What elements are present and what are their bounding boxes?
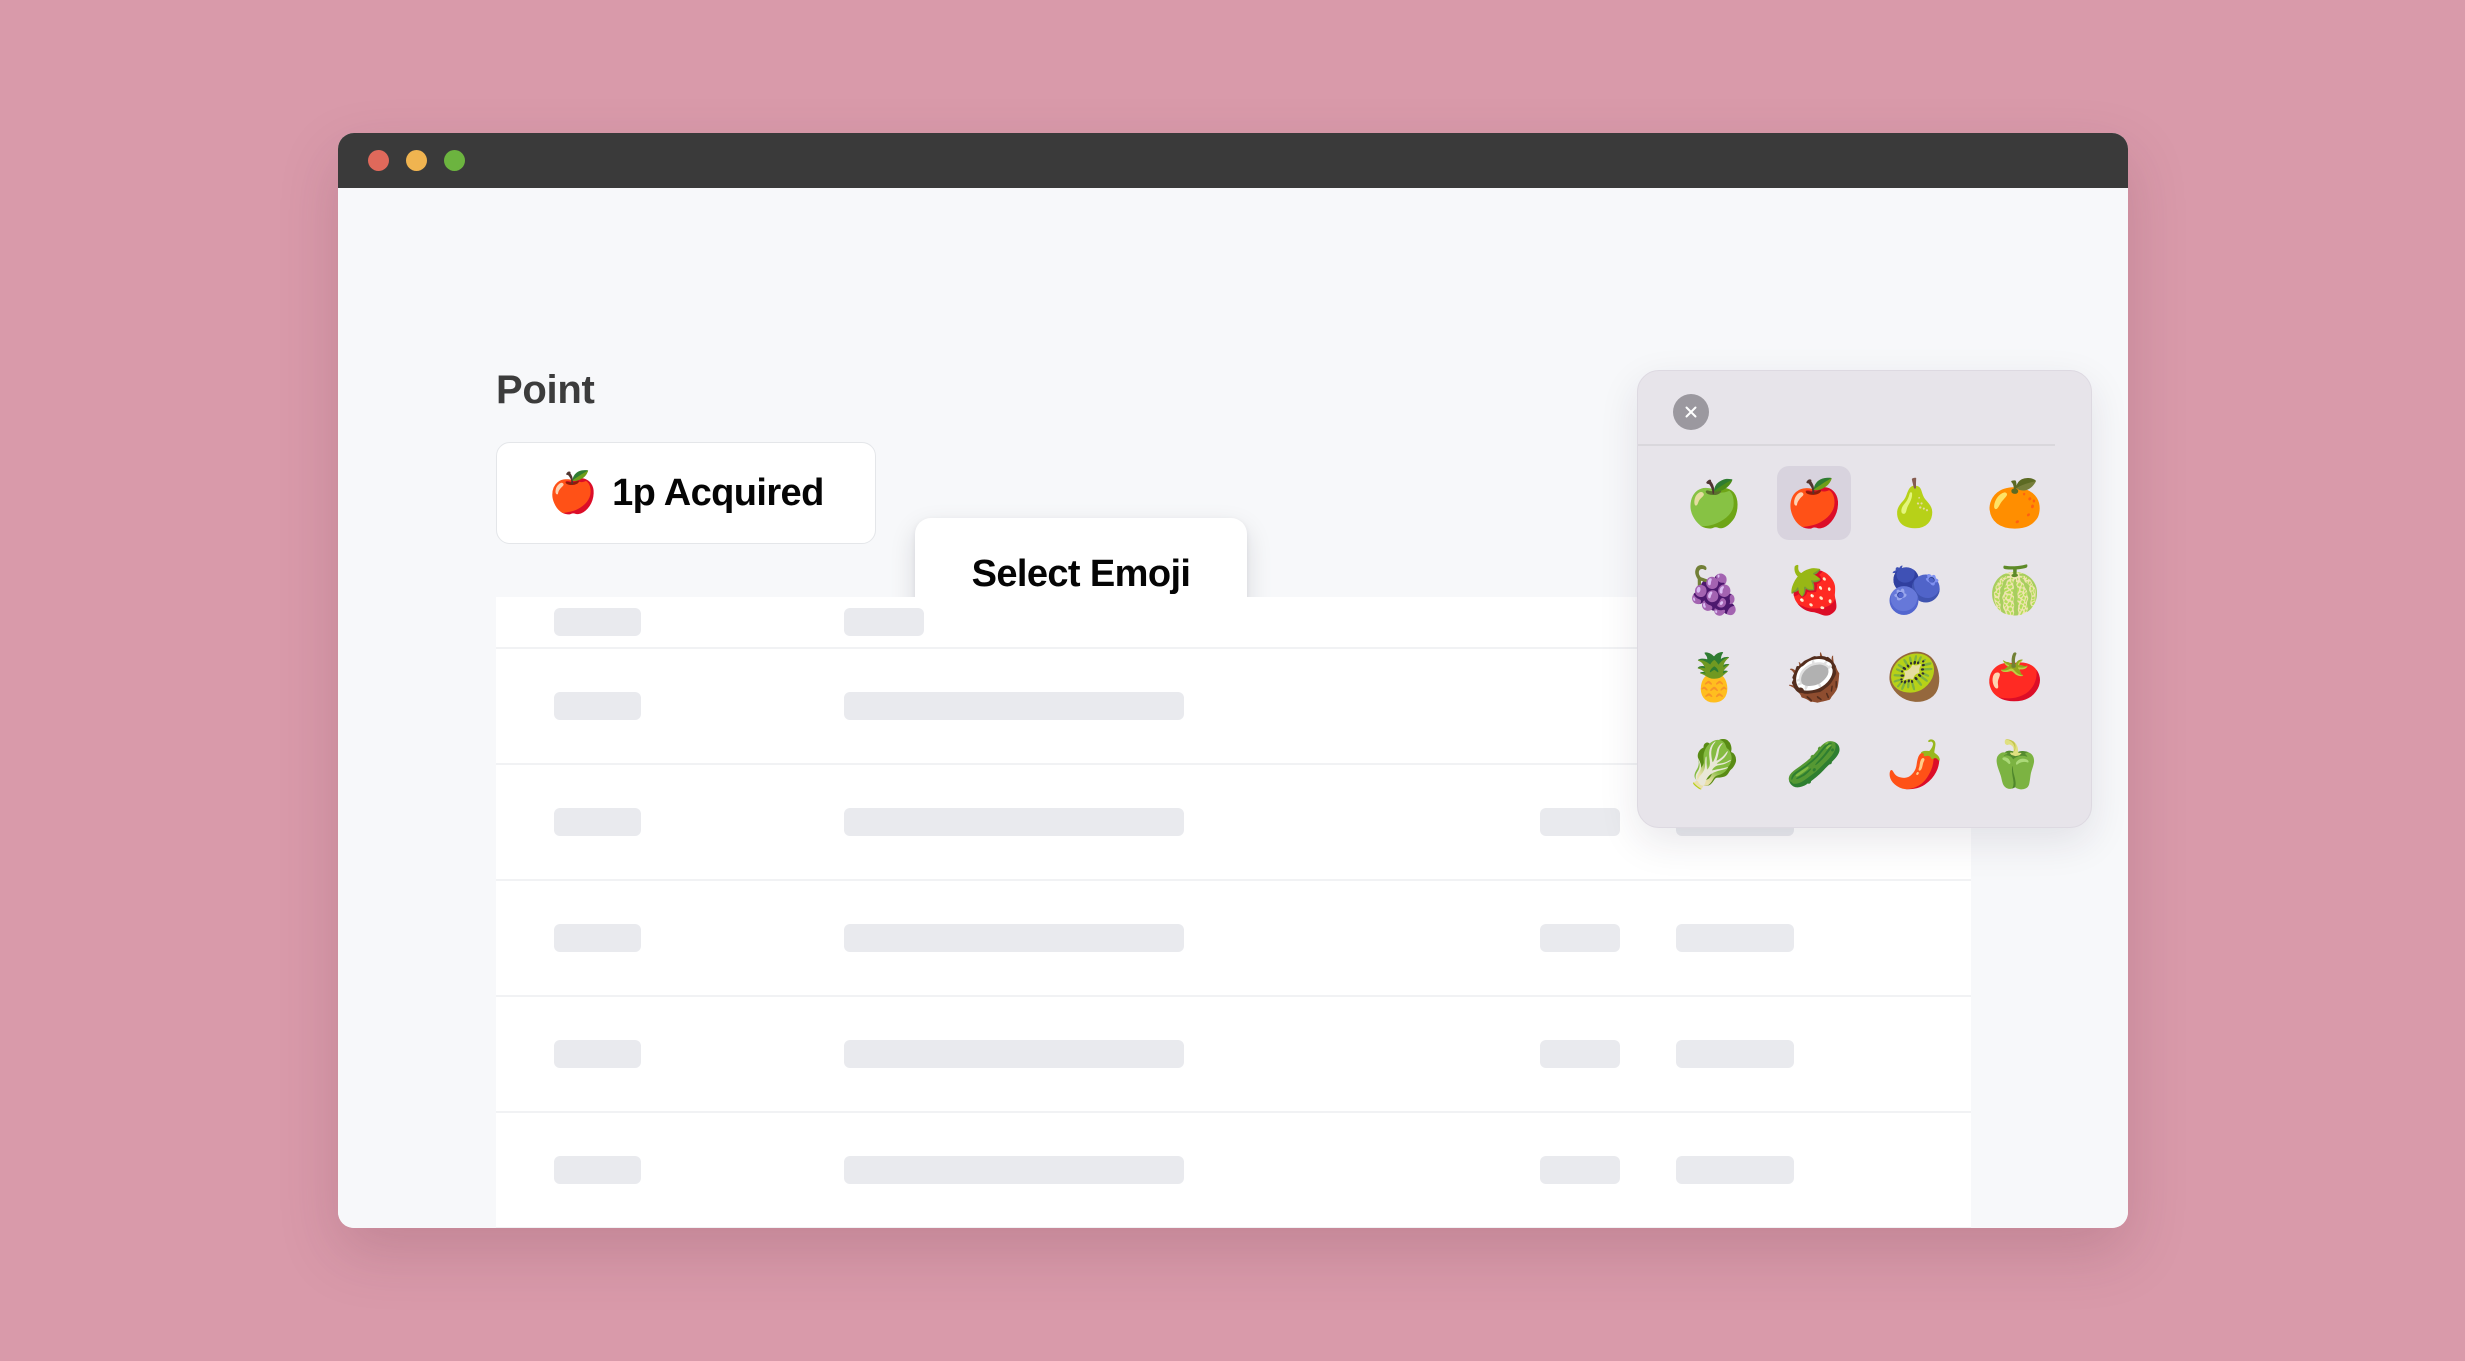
skeleton-placeholder <box>844 1040 1184 1068</box>
skeleton-placeholder <box>844 808 1184 836</box>
skeleton-placeholder <box>1676 1156 1794 1184</box>
emoji-option-grapes[interactable]: 🍇 <box>1677 553 1751 627</box>
table-row[interactable] <box>496 881 1971 997</box>
window-maximize-button[interactable] <box>444 150 465 171</box>
emoji-option-strawberry[interactable]: 🍓 <box>1777 553 1851 627</box>
emoji-option-leafy-green[interactable]: 🥬 <box>1677 727 1751 801</box>
emoji-option-tangerine[interactable]: 🍊 <box>1978 466 2052 540</box>
browser-window: Point 🍎 1p Acquired Select Emoji 🍏 🍎 🍐 🍊… <box>338 133 2128 1228</box>
skeleton-placeholder <box>844 1156 1184 1184</box>
close-icon[interactable] <box>1673 394 1709 430</box>
skeleton-placeholder <box>554 608 641 636</box>
skeleton-placeholder <box>1540 924 1620 952</box>
emoji-option-pear[interactable]: 🍐 <box>1878 466 1952 540</box>
emoji-option-hot-pepper[interactable]: 🌶️ <box>1878 727 1952 801</box>
acquired-point-label: 1p Acquired <box>612 471 824 514</box>
skeleton-placeholder <box>844 924 1184 952</box>
skeleton-placeholder <box>1676 924 1794 952</box>
emoji-option-tomato[interactable]: 🍅 <box>1978 640 2052 714</box>
emoji-option-blueberries[interactable]: 🫐 <box>1878 553 1952 627</box>
skeleton-placeholder <box>554 1156 641 1184</box>
skeleton-placeholder <box>554 924 641 952</box>
skeleton-placeholder <box>554 692 641 720</box>
table-row[interactable] <box>496 997 1971 1113</box>
emoji-picker-panel: 🍏 🍎 🍐 🍊 🍇 🍓 🫐 🍈 🍍 🥥 🥝 🍅 🥬 🥒 🌶️ 🫑 <box>1637 370 2092 828</box>
window-titlebar <box>338 133 2128 188</box>
emoji-grid: 🍏 🍎 🍐 🍊 🍇 🍓 🫐 🍈 🍍 🥥 🥝 🍅 🥬 🥒 🌶️ 🫑 <box>1638 446 2091 827</box>
emoji-option-red-apple[interactable]: 🍎 <box>1777 466 1852 541</box>
emoji-option-green-apple[interactable]: 🍏 <box>1677 466 1751 540</box>
apple-icon: 🍎 <box>548 471 599 515</box>
table-row[interactable] <box>496 1113 1971 1228</box>
emoji-option-pineapple[interactable]: 🍍 <box>1677 640 1751 714</box>
skeleton-placeholder <box>1540 808 1620 836</box>
window-close-button[interactable] <box>368 150 389 171</box>
emoji-option-cucumber[interactable]: 🥒 <box>1777 727 1851 801</box>
skeleton-placeholder <box>844 608 924 636</box>
skeleton-placeholder <box>554 1040 641 1068</box>
skeleton-placeholder <box>1676 1040 1794 1068</box>
page-title: Point <box>496 368 595 412</box>
acquired-point-button[interactable]: 🍎 1p Acquired <box>496 442 876 544</box>
emoji-option-bell-pepper[interactable]: 🫑 <box>1978 727 2052 801</box>
window-content: Point 🍎 1p Acquired Select Emoji 🍏 🍎 🍐 🍊… <box>338 188 2128 1228</box>
skeleton-placeholder <box>1540 1156 1620 1184</box>
emoji-picker-header <box>1638 371 2055 446</box>
skeleton-placeholder <box>1540 1040 1620 1068</box>
emoji-option-coconut[interactable]: 🥥 <box>1777 640 1851 714</box>
window-minimize-button[interactable] <box>406 150 427 171</box>
skeleton-placeholder <box>844 692 1184 720</box>
skeleton-placeholder <box>554 808 641 836</box>
emoji-option-kiwi-fruit[interactable]: 🥝 <box>1878 640 1952 714</box>
emoji-option-melon[interactable]: 🍈 <box>1978 553 2052 627</box>
